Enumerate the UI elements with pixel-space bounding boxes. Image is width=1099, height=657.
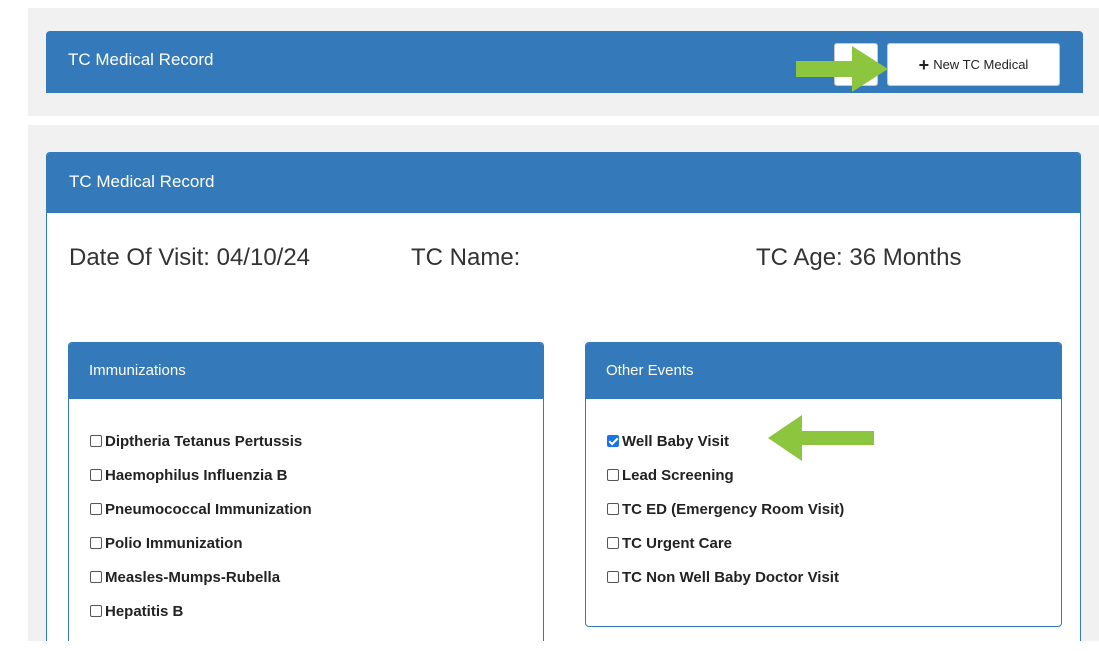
checkbox-label: Polio Immunization — [105, 534, 243, 552]
top-panel-title: TC Medical Record — [68, 50, 214, 69]
checkbox[interactable] — [90, 435, 102, 447]
checkbox-item[interactable]: Pneumococcal Immunization — [90, 492, 543, 526]
checkbox-item[interactable]: Hepatitis B — [90, 594, 543, 628]
arrow-left-icon — [768, 415, 874, 461]
checkbox[interactable] — [90, 605, 102, 617]
checkbox[interactable] — [607, 571, 619, 583]
checkbox-label: TC Non Well Baby Doctor Visit — [622, 568, 839, 586]
new-tc-medical-button[interactable]: + New TC Medical — [887, 43, 1060, 86]
arrow-right-icon — [796, 46, 888, 92]
medical-record-title: TC Medical Record — [69, 172, 215, 191]
checkbox-label: TC Urgent Care — [622, 534, 733, 552]
checkbox[interactable] — [90, 503, 102, 515]
checkbox-item[interactable]: Lead Screening — [607, 458, 1061, 492]
checkbox-label: Diptheria Tetanus Pertussis — [105, 432, 303, 450]
checkbox-label: TC ED (Emergency Room Visit) — [622, 500, 845, 518]
checkbox-item[interactable]: TC ED (Emergency Room Visit) — [607, 492, 1061, 526]
top-panel-header: TC Medical Record + New TC Medical — [46, 31, 1083, 93]
checkbox[interactable] — [90, 571, 102, 583]
checkbox-label: Well Baby Visit — [622, 432, 729, 450]
plus-icon: + — [918, 54, 930, 75]
new-tc-medical-label: New TC Medical — [933, 57, 1029, 72]
checkbox-item[interactable]: Diptheria Tetanus Pertussis — [90, 424, 543, 458]
checkbox-item[interactable]: Haemophilus Influenzia B — [90, 458, 543, 492]
medical-record-panel: TC Medical Record Date Of Visit: 04/10/2… — [46, 152, 1081, 641]
other-events-header: Other Events — [586, 343, 1061, 399]
checkbox-label: Lead Screening — [622, 466, 734, 484]
checkbox-label: Pneumococcal Immunization — [105, 500, 312, 518]
immunizations-panel: Immunizations Diptheria Tetanus Pertussi… — [68, 342, 544, 641]
checkbox-checked[interactable] — [607, 435, 619, 447]
checkbox-label: Hepatitis B — [105, 602, 184, 620]
checkbox-item[interactable]: Measles-Mumps-Rubella — [90, 560, 543, 594]
checkbox-item[interactable]: TC Urgent Care — [607, 526, 1061, 560]
checkbox-label: Measles-Mumps-Rubella — [105, 568, 281, 586]
date-of-visit: Date Of Visit: 04/10/24 — [69, 244, 311, 271]
immunizations-header: Immunizations — [69, 343, 543, 399]
checkbox[interactable] — [90, 469, 102, 481]
checkbox-item[interactable]: TC Non Well Baby Doctor Visit — [607, 560, 1061, 594]
checkbox[interactable] — [607, 537, 619, 549]
immunizations-list: Diptheria Tetanus Pertussis Haemophilus I… — [69, 399, 543, 628]
other-events-panel: Other Events Well Baby Visit Lead Screeni… — [585, 342, 1062, 627]
tc-age: TC Age: 36 Months — [756, 244, 962, 271]
checkbox[interactable] — [90, 537, 102, 549]
checkbox[interactable] — [607, 469, 619, 481]
tc-name: TC Name: — [411, 244, 521, 271]
checkbox-label: Haemophilus Influenzia B — [105, 466, 288, 484]
checkbox-item[interactable]: Polio Immunization — [90, 526, 543, 560]
medical-record-header: TC Medical Record — [47, 153, 1080, 213]
checkbox[interactable] — [607, 503, 619, 515]
